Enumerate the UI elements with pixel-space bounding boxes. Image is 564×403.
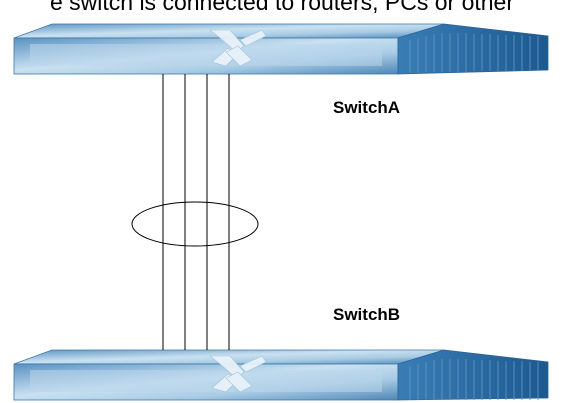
diagram-canvas xyxy=(13,23,549,401)
switch-b-icon xyxy=(13,349,549,401)
switch-a-icon xyxy=(13,23,549,75)
switch-a-label: SwitchA xyxy=(333,98,401,117)
switch-b-label: SwitchB xyxy=(333,305,401,324)
link-bundle xyxy=(162,74,230,350)
aggregation-ellipse xyxy=(131,201,259,247)
aggregation-diagram: e switch is connected to routers, PCs or… xyxy=(0,0,564,403)
